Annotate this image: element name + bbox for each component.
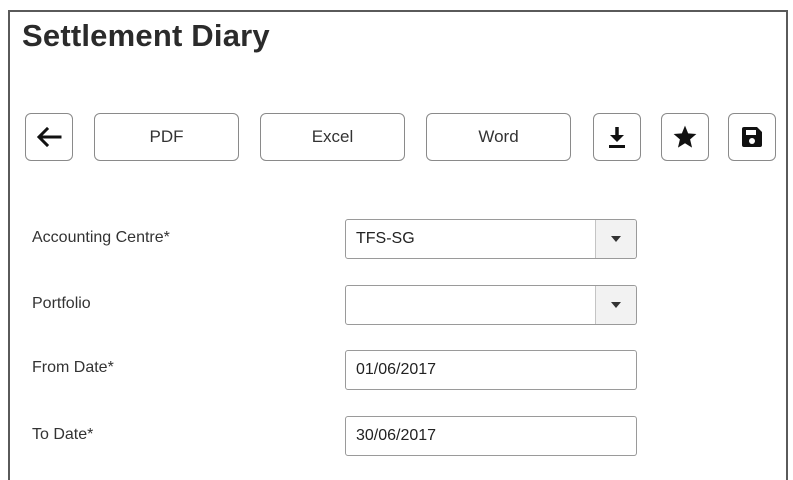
from-date-value: 01/06/2017 xyxy=(356,361,437,378)
arrow-left-icon xyxy=(36,127,62,147)
portfolio-dropdown-toggle[interactable] xyxy=(595,286,636,324)
star-icon xyxy=(673,125,697,148)
accounting-centre-select[interactable]: TFS-SG xyxy=(345,219,637,259)
accounting-centre-label: Accounting Centre* xyxy=(32,229,170,246)
excel-button[interactable]: Excel xyxy=(260,113,405,161)
pdf-button[interactable]: PDF xyxy=(94,113,239,161)
caret-down-icon xyxy=(611,302,621,308)
caret-down-icon xyxy=(611,236,621,242)
to-date-input[interactable]: 30/06/2017 xyxy=(345,416,637,456)
download-button[interactable] xyxy=(593,113,641,161)
download-icon xyxy=(609,127,625,148)
portfolio-label: Portfolio xyxy=(32,295,91,312)
back-button[interactable] xyxy=(25,113,73,161)
from-date-label: From Date* xyxy=(32,359,114,376)
page-title: Settlement Diary xyxy=(22,18,270,53)
save-button[interactable] xyxy=(728,113,776,161)
accounting-centre-dropdown-toggle[interactable] xyxy=(595,220,636,258)
from-date-input[interactable]: 01/06/2017 xyxy=(345,350,637,390)
floppy-disk-icon xyxy=(742,127,762,147)
to-date-value: 30/06/2017 xyxy=(356,427,437,444)
portfolio-select[interactable] xyxy=(345,285,637,325)
word-button[interactable]: Word xyxy=(426,113,571,161)
to-date-label: To Date* xyxy=(32,426,94,443)
accounting-centre-value: TFS-SG xyxy=(356,230,415,247)
favorite-button[interactable] xyxy=(661,113,709,161)
